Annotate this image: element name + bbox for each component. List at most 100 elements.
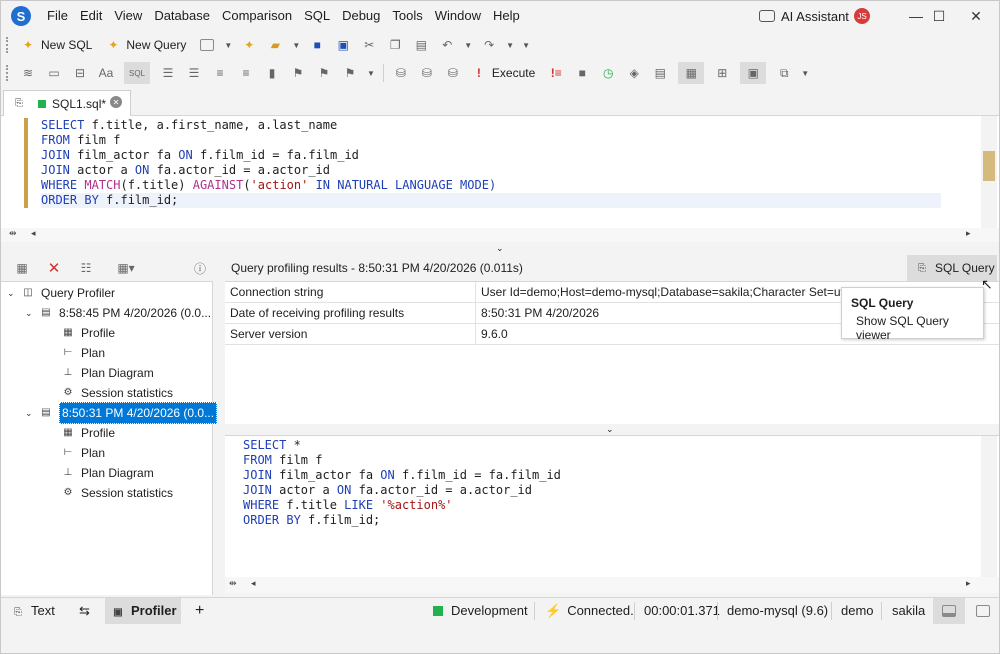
tree-root-query-profiler[interactable]: ⌄ ◫ Query Profiler [7, 283, 115, 303]
view-options-icon[interactable]: ▦▾ [117, 260, 134, 276]
new-profile-icon[interactable]: ▦ [14, 260, 30, 276]
tree-item-plan-diagram[interactable]: ⊥ Plan Diagram [61, 463, 154, 483]
tree-item-plan[interactable]: ⊢ Plan [61, 343, 105, 363]
chevron-down-icon[interactable]: ▼ [522, 41, 530, 50]
open-folder-icon[interactable]: ▰ [267, 37, 283, 53]
scroll-right-icon[interactable]: ▸ [966, 228, 971, 239]
menu-edit[interactable]: Edit [74, 1, 108, 31]
collapse-icon[interactable]: ⌄ [7, 283, 17, 303]
code-token: FROM [243, 453, 280, 467]
sql-query-viewer[interactable]: SELECT * FROM film f JOIN film_actor fa ON… [225, 435, 999, 578]
tree-item-plan[interactable]: ⊢ Plan [61, 443, 105, 463]
menu-debug[interactable]: Debug [336, 1, 386, 31]
splitter-chevron-icon[interactable]: ⌄ [606, 424, 614, 435]
close-window-button[interactable]: ✕ [953, 1, 999, 31]
tree-session-2[interactable]: ⌄ ▤ 8:50:31 PM 4/20/2026 (0.0... [25, 402, 218, 424]
splitter-chevron-icon[interactable]: ⌄ [496, 243, 504, 254]
database-icon[interactable]: ⛁ [393, 65, 409, 81]
editor-vertical-scrollbar[interactable] [981, 116, 997, 228]
paste-icon[interactable]: ▤ [413, 37, 429, 53]
format-icon[interactable]: ≋ [20, 65, 36, 81]
database-refresh-icon[interactable]: ⛁ [445, 65, 461, 81]
chevron-down-icon[interactable]: ▼ [292, 41, 300, 50]
close-tab-icon[interactable]: ✕ [110, 96, 122, 108]
menu-file[interactable]: File [41, 1, 74, 31]
menu-sql[interactable]: SQL [298, 1, 336, 31]
image-view-icon[interactable]: ▣ [740, 62, 767, 84]
compare-icon[interactable]: ☷ [78, 260, 94, 276]
next-bookmark-icon[interactable]: ⚑ [290, 65, 306, 81]
comment-icon[interactable]: ☰ [160, 65, 176, 81]
execute-button[interactable]: Execute [492, 66, 535, 80]
undo-icon[interactable]: ↶ [439, 37, 455, 53]
save-icon[interactable]: ■ [309, 37, 325, 53]
indent-block-icon[interactable]: ⊟ [72, 65, 88, 81]
new-sql-button[interactable]: New SQL [41, 38, 92, 52]
new-file-icon[interactable]: ✦ [241, 37, 257, 53]
prev-bookmark-icon[interactable]: ⚑ [316, 65, 332, 81]
tree-item-session-statistics[interactable]: ⚙ Session statistics [61, 383, 174, 403]
chevron-down-icon[interactable]: ▼ [367, 69, 375, 78]
menu-comparison[interactable]: Comparison [216, 1, 298, 31]
tree-session-1[interactable]: ⌄ ▤ 8:58:45 PM 4/20/2026 (0.0... [25, 303, 211, 323]
tree-item-profile[interactable]: ▦ Profile [61, 323, 115, 343]
menu-window[interactable]: Window [429, 1, 487, 31]
indent-icon[interactable]: ≡ [212, 65, 228, 81]
scroll-left-icon[interactable]: ◂ [31, 228, 36, 239]
clear-bookmarks-icon[interactable]: ⚑ [342, 65, 358, 81]
menu-help[interactable]: Help [487, 1, 526, 31]
chevron-down-icon[interactable]: ▼ [506, 41, 514, 50]
new-document-icon[interactable] [199, 37, 215, 53]
cut-icon[interactable]: ✂ [361, 37, 377, 53]
chevron-down-icon[interactable]: ▼ [801, 69, 809, 78]
history-icon[interactable]: ◷ [600, 65, 616, 81]
menu-view[interactable]: View [108, 1, 148, 31]
grid-view-icon[interactable]: ▦ [678, 62, 705, 84]
copy-icon[interactable]: ❐ [387, 37, 403, 53]
tab-sql1[interactable]: ⎘ SQL1.sql* ✕ [3, 90, 131, 116]
stop-icon[interactable]: ■ [574, 65, 590, 81]
viewer-vertical-scrollbar[interactable] [981, 436, 997, 578]
sql-mode-icon[interactable]: SQL [124, 62, 150, 84]
tree-item-profile[interactable]: ▦ Profile [61, 423, 115, 443]
info-icon[interactable]: ⓘ [192, 260, 208, 276]
chevron-down-icon[interactable]: ▼ [224, 41, 232, 50]
split-handle-icon[interactable]: ⇹ [229, 578, 237, 589]
editor-horizontal-scrollbar[interactable]: ⇹ ◂ ▸ [1, 228, 999, 242]
menu-tools[interactable]: Tools [386, 1, 428, 31]
redo-icon[interactable]: ↷ [481, 37, 497, 53]
viewer-horizontal-scrollbar[interactable]: ⇹ ◂ ▸ [225, 577, 999, 593]
ai-assistant-button[interactable]: AI Assistant [759, 1, 849, 31]
menu-database[interactable]: Database [148, 1, 216, 31]
tab-profiler[interactable]: ▣ Profiler [105, 598, 181, 624]
add-tab-icon[interactable]: + [195, 598, 204, 624]
split-view-icon[interactable]: ⊞ [714, 65, 730, 81]
bookmark-icon[interactable]: ▮ [264, 65, 280, 81]
sql-editor[interactable]: SELECT f.title, a.first_name, a.last_nam… [1, 116, 999, 228]
outdent-icon[interactable]: ≡ [238, 65, 254, 81]
outline-icon[interactable]: ▭ [46, 65, 62, 81]
scroll-right-icon[interactable]: ▸ [966, 578, 971, 589]
collapse-icon[interactable]: ⌄ [25, 403, 35, 423]
user-avatar[interactable]: JS [854, 8, 870, 24]
delete-icon[interactable]: ✕ [46, 260, 62, 277]
text-case-icon[interactable]: Aa [98, 65, 114, 81]
profile-icon[interactable]: ◈ [626, 65, 642, 81]
swap-view-icon[interactable]: ⇆ [79, 598, 90, 624]
new-query-button[interactable]: New Query [126, 38, 186, 52]
collapse-icon[interactable]: ⌄ [25, 303, 35, 323]
scroll-left-icon[interactable]: ◂ [251, 578, 256, 589]
execute-current-icon[interactable]: !≡ [548, 65, 564, 81]
layout-icon[interactable]: ⧉ [776, 65, 792, 81]
layout-full-button[interactable] [967, 598, 999, 624]
chevron-down-icon[interactable]: ▼ [464, 41, 472, 50]
tab-text[interactable]: ⎘ Text [11, 598, 55, 624]
uncomment-icon[interactable]: ☰ [186, 65, 202, 81]
tree-item-plan-diagram[interactable]: ⊥ Plan Diagram [61, 363, 154, 383]
database-connect-icon[interactable]: ⛁ [419, 65, 435, 81]
tree-item-session-statistics[interactable]: ⚙ Session statistics [61, 483, 174, 503]
save-all-icon[interactable]: ▣ [335, 37, 351, 53]
split-handle-icon[interactable]: ⇹ [9, 228, 17, 239]
layout-bottom-button[interactable] [933, 598, 965, 624]
export-icon[interactable]: ▤ [652, 65, 668, 81]
